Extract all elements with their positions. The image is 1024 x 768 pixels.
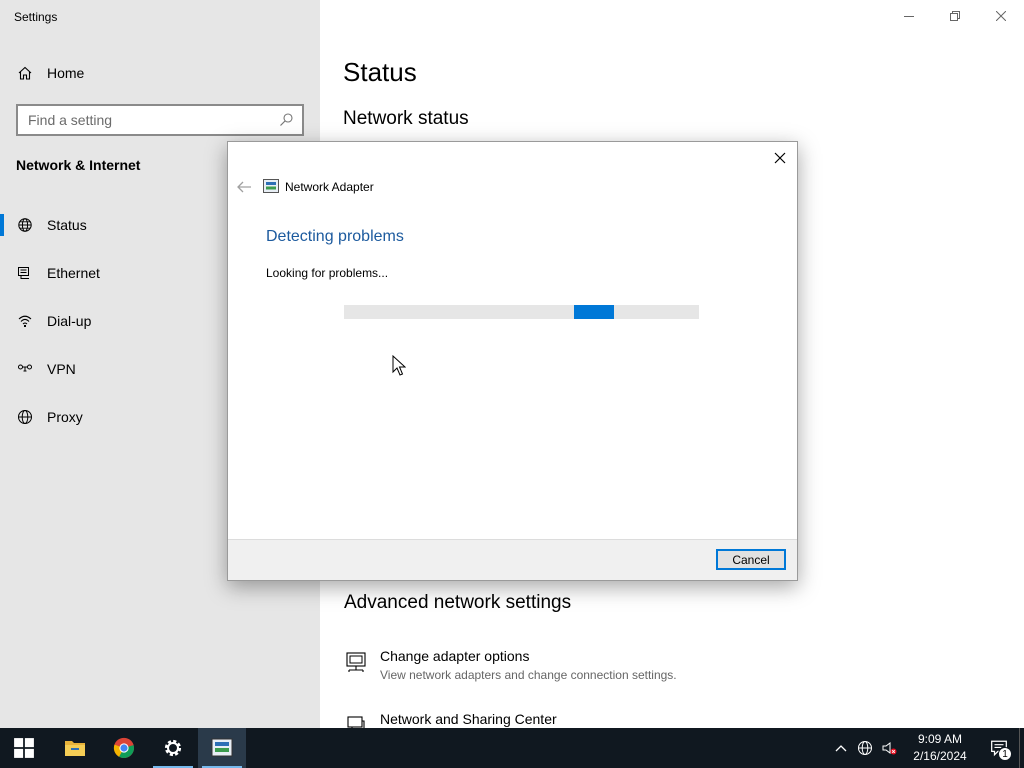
progress-indicator <box>574 305 614 319</box>
sidebar-item-label: Status <box>47 217 87 233</box>
dialog-heading: Detecting problems <box>266 228 404 245</box>
dialog-app-name: Network Adapter <box>285 180 374 194</box>
link-description: View network adapters and change connect… <box>380 668 677 682</box>
dialup-icon <box>16 312 34 330</box>
start-button[interactable] <box>0 728 48 768</box>
link-title: Change adapter options <box>380 648 530 664</box>
mouse-cursor-icon <box>392 355 406 376</box>
globe-icon <box>16 408 34 426</box>
system-tray: 9:09 AM 2/16/2024 1 <box>829 728 1024 768</box>
windows-logo-icon <box>14 738 34 758</box>
sidebar-item-label: Ethernet <box>47 265 100 281</box>
link-title: Network and Sharing Center <box>380 711 557 727</box>
ethernet-icon <box>16 264 34 282</box>
home-icon <box>16 64 34 82</box>
progress-bar <box>344 305 699 319</box>
dialog-close-button[interactable] <box>769 147 791 169</box>
volume-muted-icon <box>882 742 897 755</box>
globe-network-icon <box>858 741 872 755</box>
taskbar: 9:09 AM 2/16/2024 1 <box>0 728 1024 768</box>
sidebar-item-label: Dial-up <box>47 313 92 329</box>
taskbar-troubleshooter[interactable] <box>198 728 246 768</box>
gear-icon <box>164 739 182 757</box>
taskbar-settings[interactable] <box>149 728 197 768</box>
close-icon <box>774 152 786 164</box>
volume-tray-button[interactable] <box>877 728 901 768</box>
folder-icon <box>65 741 85 756</box>
adapter-icon <box>346 652 366 672</box>
clock-time: 9:09 AM <box>917 732 963 746</box>
cancel-button[interactable]: Cancel <box>716 549 786 570</box>
sidebar-item-home[interactable]: Home <box>0 53 320 93</box>
sidebar-item-label: Home <box>47 65 85 81</box>
app-title: Settings <box>14 10 58 24</box>
notification-badge: 1 <box>998 747 1012 761</box>
dialog-status-text: Looking for problems... <box>266 266 389 280</box>
network-status-heading: Network status <box>343 108 469 129</box>
chevron-up-icon <box>835 745 847 752</box>
clock[interactable]: 9:09 AM 2/16/2024 <box>901 731 979 765</box>
show-desktop-button[interactable] <box>1019 728 1024 768</box>
back-arrow-icon[interactable] <box>236 180 252 194</box>
dialog-footer: Cancel <box>228 539 797 580</box>
advanced-settings-heading: Advanced network settings <box>344 592 572 613</box>
network-adapter-icon <box>263 179 279 193</box>
search-input[interactable] <box>18 106 278 134</box>
active-indicator <box>0 214 4 236</box>
show-hidden-icons-button[interactable] <box>829 728 853 768</box>
globe-network-icon <box>16 216 34 234</box>
taskbar-chrome[interactable] <box>100 728 148 768</box>
chrome-icon <box>113 737 134 759</box>
vpn-icon <box>16 360 34 378</box>
search-icon <box>280 113 293 126</box>
taskbar-file-explorer[interactable] <box>51 728 99 768</box>
section-title: Network & Internet <box>16 157 141 173</box>
change-adapter-options-link[interactable]: Change adapter options View network adap… <box>344 648 677 682</box>
sidebar-item-label: Proxy <box>47 409 83 425</box>
search-box[interactable] <box>16 104 304 136</box>
network-adapter-icon <box>211 738 233 757</box>
action-center-button[interactable]: 1 <box>979 728 1019 768</box>
page-title: Status <box>343 57 417 87</box>
clock-date: 2/16/2024 <box>913 749 967 763</box>
troubleshooter-dialog: Network Adapter Detecting problems Looki… <box>227 141 798 581</box>
network-tray-button[interactable] <box>853 728 877 768</box>
sidebar-item-label: VPN <box>47 361 76 377</box>
